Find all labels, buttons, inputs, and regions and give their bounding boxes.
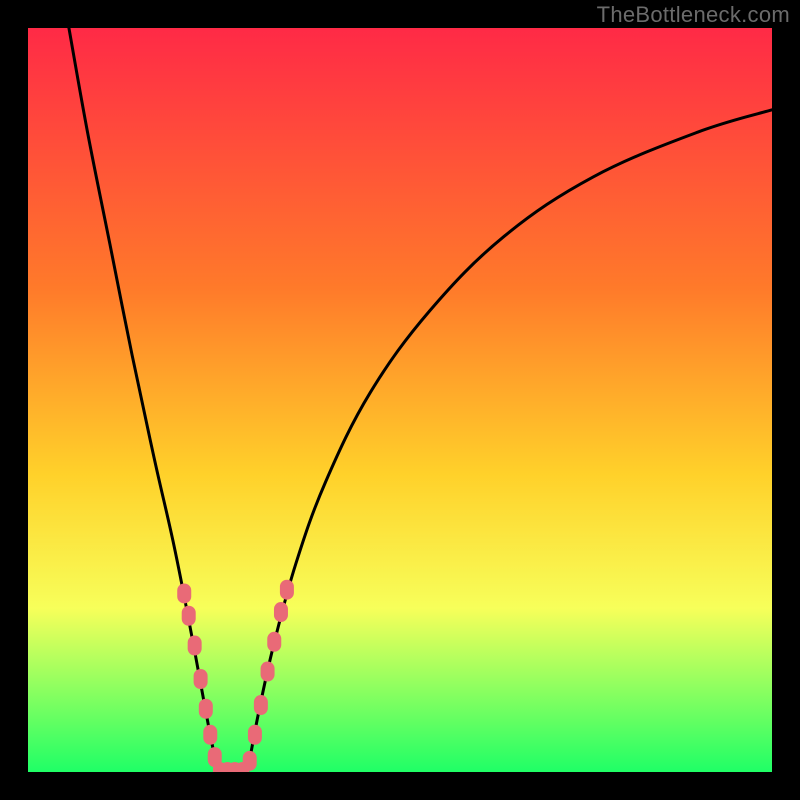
marker-dot xyxy=(248,725,262,745)
marker-dot xyxy=(208,747,222,767)
curve-right xyxy=(247,110,772,772)
marker-dot xyxy=(203,725,217,745)
marker-dot xyxy=(194,669,208,689)
marker-dot xyxy=(261,662,275,682)
marker-dot xyxy=(220,762,234,772)
marker-dot xyxy=(199,699,213,719)
marker-dot xyxy=(280,580,294,600)
marker-dot xyxy=(254,695,268,715)
marker-dot xyxy=(182,606,196,626)
marker-layer xyxy=(177,580,294,772)
marker-dot xyxy=(213,762,227,772)
watermark-text: TheBottleneck.com xyxy=(597,2,790,28)
marker-dot xyxy=(228,762,242,772)
chart-svg xyxy=(28,28,772,772)
marker-dot xyxy=(235,762,249,772)
plot-area xyxy=(28,28,772,772)
marker-dot xyxy=(177,583,191,603)
marker-dot xyxy=(274,602,288,622)
curve-left xyxy=(69,28,218,772)
marker-dot xyxy=(188,636,202,656)
marker-dot xyxy=(267,632,281,652)
marker-dot xyxy=(243,751,257,771)
